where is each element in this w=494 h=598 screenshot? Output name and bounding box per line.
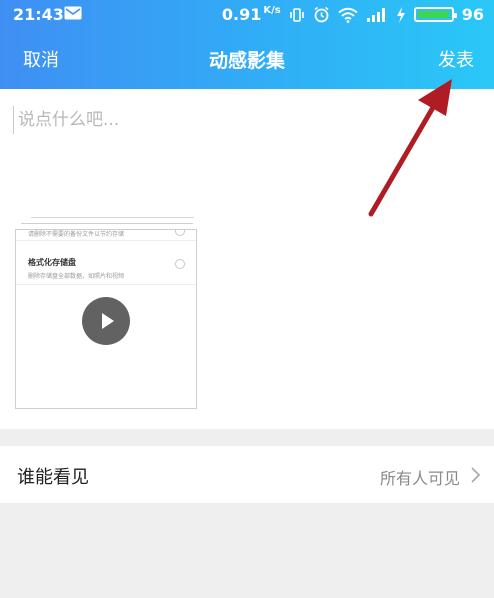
status-time: 21:43 (13, 5, 64, 24)
publish-button[interactable]: 发表 (438, 46, 474, 72)
page-title: 动感影集 (208, 50, 285, 72)
chevron-right-icon (471, 467, 481, 483)
thumbnail-radio-icon (175, 259, 185, 269)
charging-icon (396, 6, 405, 23)
play-button[interactable] (82, 297, 130, 345)
nav-bar: 取消 动感影集 发表 (0, 30, 494, 89)
battery-percent: 96 (461, 5, 484, 24)
wifi-icon (338, 7, 358, 23)
thumbnail-row1-subtitle: 删除存储盘全部数据，如照片和视频 (28, 273, 125, 280)
visibility-value: 所有人可见 (379, 469, 460, 488)
thumbnail-row1-title: 格式化存储盘 (28, 258, 76, 267)
signal-icon (366, 8, 385, 22)
thumbnail-divider (16, 240, 196, 241)
composer: 请删除不需要的备份文件以节约存储 格式化存储盘 删除存储盘全部数据，如照片和视频 (0, 89, 494, 429)
network-speed: 0.91 K/s (222, 5, 281, 24)
video-thumbnail[interactable]: 请删除不需要的备份文件以节约存储 格式化存储盘 删除存储盘全部数据，如照片和视频 (15, 229, 197, 409)
status-bar: 21:43 0.91 K/s 96 (0, 0, 494, 30)
network-speed-unit: K/s (263, 5, 281, 16)
thumbnail-row0-text: 请删除不需要的备份文件以节约存储 (28, 231, 125, 238)
visibility-setting-row[interactable]: 谁能看见 所有人可见 (0, 446, 494, 503)
header: 21:43 0.91 K/s 96 取消 动感影集 发表 (0, 0, 494, 89)
thumbnail-radio-icon (175, 230, 185, 236)
battery-tip (453, 13, 457, 18)
thumbnail-divider (16, 284, 196, 285)
battery-fill (417, 11, 449, 18)
status-right-group: 0.91 K/s 96 (222, 5, 484, 24)
network-speed-value: 0.91 (221, 5, 262, 24)
stack-edge-middle (21, 223, 193, 224)
post-text-input[interactable] (13, 106, 483, 134)
stack-edge-back (31, 217, 194, 218)
vibrate-icon (289, 7, 304, 22)
section-divider (0, 429, 494, 446)
alarm-icon (314, 6, 329, 23)
play-icon (102, 313, 114, 329)
bottom-empty-area (0, 503, 494, 598)
message-icon (64, 6, 82, 20)
battery-icon (413, 7, 457, 22)
visibility-label: 谁能看见 (17, 467, 89, 488)
